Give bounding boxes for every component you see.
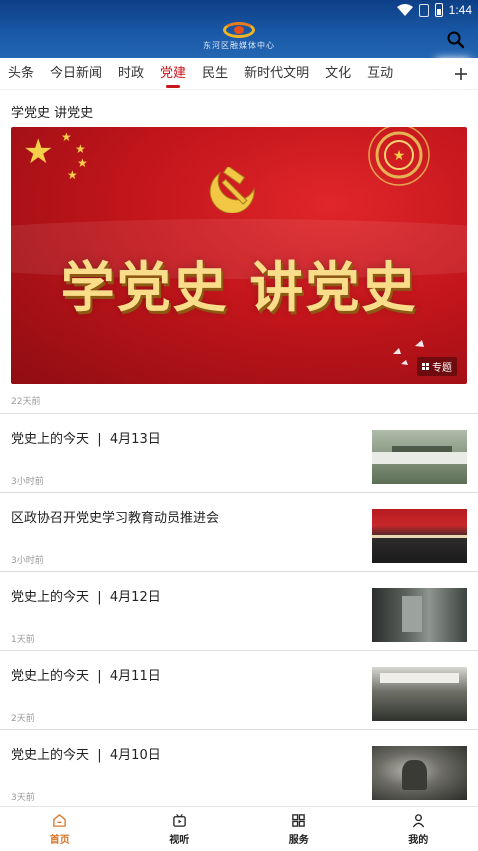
news-time: 1天前: [11, 635, 35, 645]
tab-party-building[interactable]: 党建: [160, 58, 186, 90]
tab-politics[interactable]: 时政: [118, 58, 144, 90]
thumb-building: [372, 452, 467, 464]
tab-today-news[interactable]: 今日新闻: [50, 58, 102, 90]
thumb-banner: [380, 673, 459, 683]
news-thumbnail: [372, 430, 467, 484]
feature-time: 22天前: [11, 397, 41, 407]
bottom-navigation: 首页 视听 服务 我的: [0, 806, 478, 851]
battery-icon: [434, 3, 443, 17]
news-item[interactable]: 党史上的今天 | 4月10日 3天前: [0, 729, 478, 808]
user-icon: [412, 813, 424, 827]
news-thumbnail: [372, 509, 467, 563]
nav-media-label: 视听: [169, 834, 190, 846]
feature-banner[interactable]: ★ ★ ★ ★ ★ ★ 学党史 讲党史 专题: [11, 127, 467, 384]
topic-badge-label: 专题: [432, 363, 452, 374]
plus-icon: [455, 67, 467, 80]
news-thumbnail: [372, 667, 467, 721]
news-time: 2天前: [11, 714, 35, 724]
app-header: 1:44 东河区融媒体中心: [0, 0, 478, 58]
nav-home[interactable]: 首页: [0, 807, 120, 851]
news-thumbnail: [372, 588, 467, 642]
news-item[interactable]: 党史上的今天 | 4月12日 1天前: [0, 571, 478, 650]
add-channel-button[interactable]: [444, 58, 478, 89]
search-icon[interactable]: [446, 30, 466, 50]
news-title: 党史上的今天 | 4月10日: [11, 748, 161, 763]
nav-services[interactable]: 服务: [239, 807, 359, 851]
tab-civilization[interactable]: 新时代文明: [244, 58, 309, 90]
video-icon: [172, 813, 186, 827]
star-icon: ★: [61, 130, 72, 144]
topic-grid-icon: [422, 363, 429, 370]
nav-home-label: 首页: [49, 834, 70, 846]
tab-livelihood[interactable]: 民生: [202, 58, 228, 90]
news-title: 党史上的今天 | 4月13日: [11, 432, 161, 447]
nav-services-label: 服务: [288, 834, 309, 846]
nav-media[interactable]: 视听: [120, 807, 240, 851]
news-time: 3天前: [11, 793, 35, 803]
nav-profile[interactable]: 我的: [359, 807, 478, 851]
svg-text:★: ★: [393, 148, 406, 164]
status-bar: 1:44: [0, 0, 478, 22]
news-item[interactable]: 党史上的今天 | 4月11日 2天前: [0, 650, 478, 729]
logo-mark-icon: [223, 22, 255, 38]
tab-culture[interactable]: 文化: [325, 58, 351, 90]
star-icon: ★: [67, 168, 78, 182]
sim-icon: [418, 3, 429, 17]
channel-tabs: 头条 今日新闻 时政 党建 民生 新时代文明 文化 互动: [0, 58, 478, 90]
news-thumbnail: [372, 746, 467, 800]
news-title: 区政协召开党史学习教育动员推进会: [11, 511, 220, 526]
app-logo: 东河区融媒体中心: [194, 22, 284, 54]
banner-headline: 学党史 讲党史: [60, 255, 418, 319]
news-list: 党史上的今天 | 4月13日 3小时前 区政协召开党史学习教育动员推进会 3小时…: [0, 413, 478, 808]
star-icon: ★: [23, 132, 54, 172]
channel-tabbar: 头条 今日新闻 时政 党建 民生 新时代文明 文化 互动: [0, 58, 478, 90]
logo-text: 东河区融媒体中心: [203, 41, 275, 50]
hammer-sickle-icon: [209, 167, 255, 213]
tab-interaction[interactable]: 互动: [367, 58, 393, 90]
feature-title: 学党史 讲党史: [11, 106, 94, 121]
news-title: 党史上的今天 | 4月11日: [11, 669, 161, 684]
home-icon: [53, 813, 67, 827]
news-time: 3小时前: [11, 556, 44, 566]
status-time: 1:44: [448, 3, 472, 17]
news-item[interactable]: 区政协召开党史学习教育动员推进会 3小时前: [0, 492, 478, 571]
news-title: 党史上的今天 | 4月12日: [11, 590, 161, 605]
thumb-pillar: [402, 596, 422, 632]
thumb-figure: [402, 760, 427, 790]
grid-icon: [292, 813, 306, 827]
tab-headlines[interactable]: 头条: [8, 58, 34, 90]
news-time: 3小时前: [11, 477, 44, 487]
thumb-table: [372, 535, 467, 538]
wifi-icon: [396, 4, 413, 16]
star-icon: ★: [77, 156, 88, 170]
thumb-roof: [392, 446, 452, 452]
status-icons: 1:44: [396, 3, 472, 17]
party-emblem-icon: ★: [368, 127, 430, 186]
star-icon: ★: [75, 142, 86, 156]
news-item[interactable]: 党史上的今天 | 4月13日 3小时前: [0, 413, 478, 492]
nav-profile-label: 我的: [408, 834, 429, 846]
topic-badge: 专题: [417, 357, 457, 376]
